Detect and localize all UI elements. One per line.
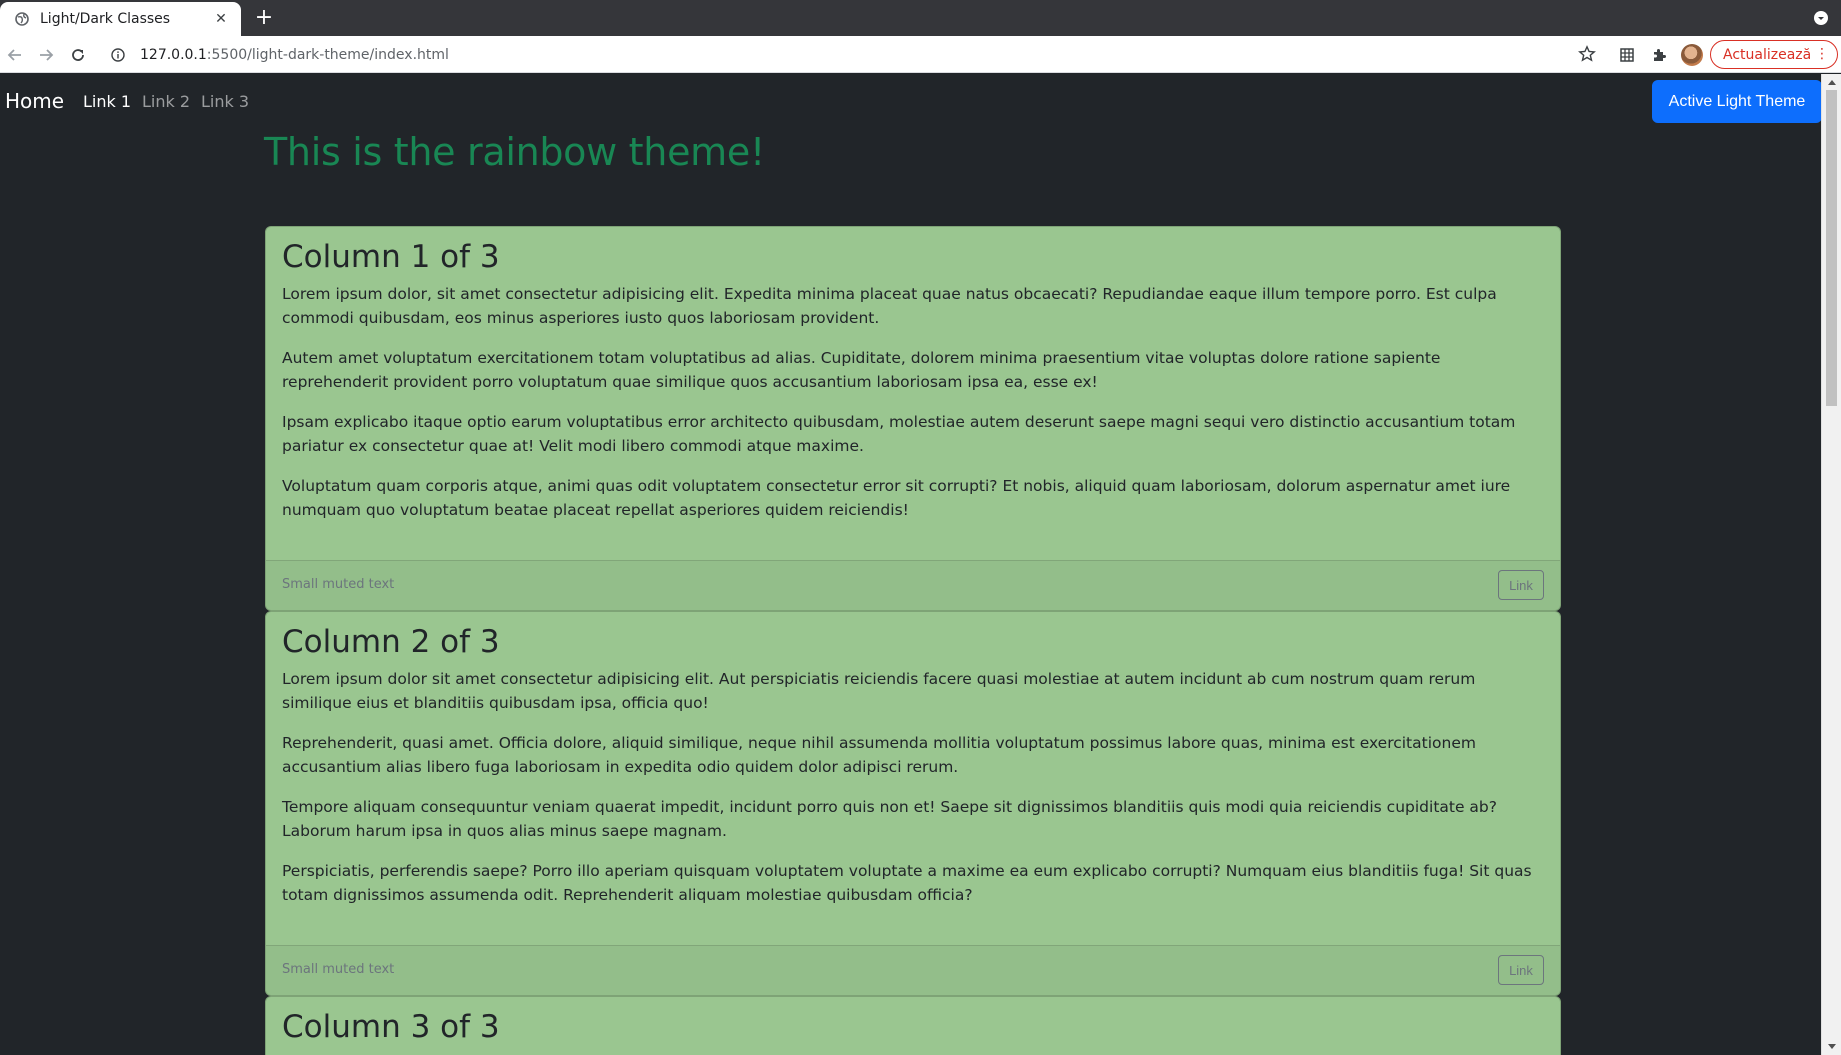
browser-toolbar: 127.0.0.1:5500/light-dark-theme/index.ht… [0, 36, 1841, 73]
page-title: This is the rainbow theme! [264, 130, 765, 174]
card-paragraph: Lorem ipsum dolor, sit amet consectetur … [282, 285, 1497, 328]
tab-title: Light/Dark Classes [40, 11, 171, 27]
new-tab-button[interactable]: + [252, 6, 276, 30]
scroll-down-arrow-icon[interactable] [1822, 1039, 1841, 1055]
card-footer: Small muted text Link [266, 560, 1560, 610]
url-path: :5500/light-dark-theme/index.html [206, 47, 449, 63]
browser-tabstrip: Light/Dark Classes ✕ + [0, 0, 1841, 36]
update-button[interactable]: Actualizează ⋮ [1710, 40, 1838, 69]
card-paragraph: Perspiciatis, perferendis saepe? Porro i… [282, 862, 1532, 905]
update-label: Actualizează [1723, 46, 1812, 63]
card-footer: Small muted text Link [266, 945, 1560, 995]
card-paragraph: Lorem ipsum dolor sit amet consectetur a… [282, 670, 1476, 713]
grid-icon[interactable] [1617, 45, 1637, 65]
theme-toggle-button[interactable]: Active Light Theme [1652, 80, 1822, 123]
card-body: Column 1 of 3 Lorem ipsum dolor, sit ame… [266, 227, 1560, 522]
reload-icon[interactable] [67, 44, 89, 66]
card-link-button[interactable]: Link [1498, 955, 1544, 985]
card-column-3: Column 3 of 3 [265, 996, 1561, 1055]
info-icon[interactable] [110, 47, 126, 63]
card-column-1: Column 1 of 3 Lorem ipsum dolor, sit ame… [265, 226, 1561, 611]
arrow-right-icon[interactable] [35, 44, 57, 66]
nav-link-1[interactable]: Link 1 [83, 92, 131, 111]
card-footer-text: Small muted text [282, 577, 395, 592]
card-footer-text: Small muted text [282, 962, 395, 977]
arrow-left-icon[interactable] [4, 44, 26, 66]
scrollbar-thumb[interactable] [1826, 90, 1837, 406]
chevron-down-icon[interactable] [1813, 10, 1829, 26]
nav-link-2[interactable]: Link 2 [142, 92, 190, 111]
card-title: Column 2 of 3 [282, 624, 500, 660]
navbar-brand[interactable]: Home [5, 89, 64, 113]
card-paragraph: Ipsam explicabo itaque optio earum volup… [282, 413, 1516, 456]
card-body: Column 2 of 3 Lorem ipsum dolor sit amet… [266, 612, 1560, 907]
tab-close-icon[interactable]: ✕ [213, 11, 229, 27]
card-paragraph: Reprehenderit, quasi amet. Officia dolor… [282, 734, 1476, 777]
card-title: Column 3 of 3 [282, 1009, 500, 1045]
page-viewport: Home Link 1 Link 2 Link 3 Active Light T… [0, 74, 1841, 1055]
card-paragraph: Voluptatum quam corporis atque, animi qu… [282, 477, 1511, 520]
card-paragraph: Autem amet voluptatum exercitationem tot… [282, 349, 1441, 392]
card-link-button[interactable]: Link [1498, 570, 1544, 600]
avatar[interactable] [1681, 44, 1703, 66]
nav-link-3[interactable]: Link 3 [201, 92, 249, 111]
address-input[interactable]: 127.0.0.1:5500/light-dark-theme/index.ht… [102, 41, 1590, 69]
menu-dots-icon[interactable]: ⋮ [1815, 45, 1829, 63]
star-icon[interactable] [1578, 45, 1598, 65]
url-host: 127.0.0.1 [140, 47, 207, 63]
page-scrollbar[interactable] [1821, 74, 1841, 1055]
card-body: Column 3 of 3 [266, 997, 1560, 1046]
scroll-up-arrow-icon[interactable] [1822, 74, 1841, 90]
puzzle-icon[interactable] [1649, 45, 1669, 65]
browser-tab[interactable]: Light/Dark Classes ✕ [0, 2, 241, 36]
card-column-2: Column 2 of 3 Lorem ipsum dolor sit amet… [265, 611, 1561, 996]
url-text: 127.0.0.1:5500/light-dark-theme/index.ht… [140, 47, 449, 63]
card-paragraph: Tempore aliquam consequuntur veniam quae… [282, 798, 1497, 841]
card-title: Column 1 of 3 [282, 239, 500, 275]
navbar: Home Link 1 Link 2 Link 3 Active Light T… [0, 74, 1822, 130]
globe-icon [14, 11, 30, 27]
